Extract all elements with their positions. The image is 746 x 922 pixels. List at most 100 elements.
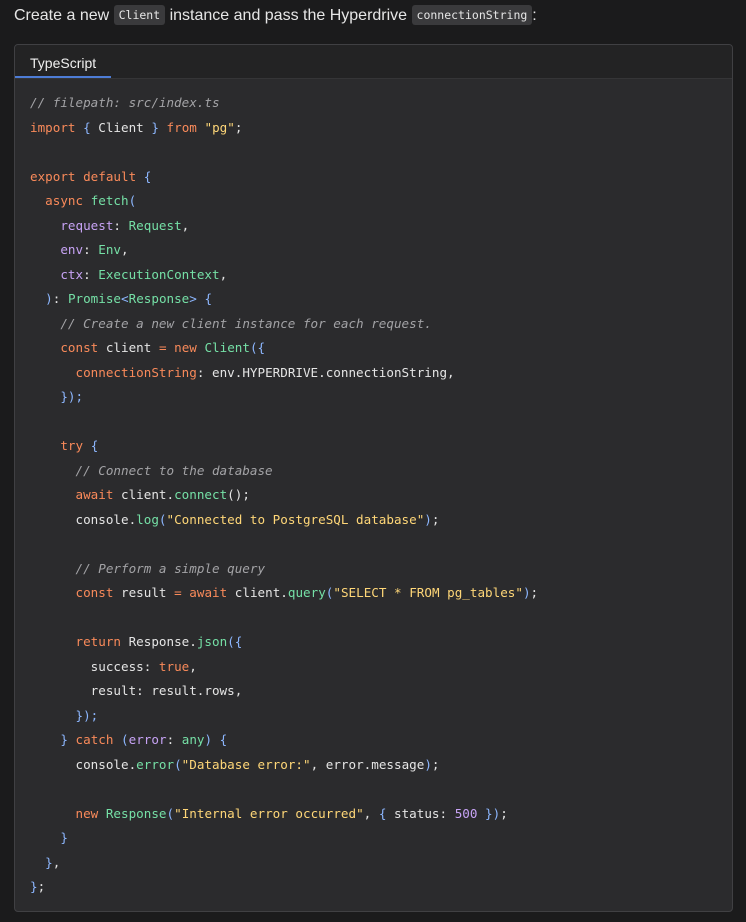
code-token: const (75, 585, 114, 600)
code-token: fetch (90, 193, 129, 208)
code-token: connect (174, 487, 228, 502)
code-token: } (151, 119, 159, 135)
code-token: { (219, 732, 228, 747)
code-line: result: result.rows, (30, 679, 538, 704)
code-token: log (136, 511, 159, 527)
code-token: "Internal error occurred" (174, 805, 364, 821)
code-token: : (166, 732, 182, 747)
code-token: , (219, 266, 228, 282)
code-line: export default { (30, 165, 538, 190)
code-token: { (204, 291, 213, 306)
code-line: ): Promise<Response> { (30, 287, 538, 312)
code-token: ) (522, 585, 531, 600)
code-token: Response (105, 805, 167, 821)
intro-text: Create a new Client instance and pass th… (14, 4, 537, 28)
code-token: ) (424, 511, 432, 527)
code-token: "Connected to PostgreSQL database" (166, 511, 425, 527)
code-token: ; (530, 585, 539, 600)
code-token: Response (128, 291, 190, 306)
code-line: await client.connect(); (30, 483, 538, 508)
code-token: query (287, 585, 326, 600)
code-token: Response. (121, 634, 197, 649)
intro-suffix: : (532, 7, 537, 24)
code-token: "SELECT * FROM pg_tables" (333, 585, 523, 600)
code-token: error (128, 732, 167, 747)
code-token: , (363, 805, 379, 821)
code-token: import (30, 119, 76, 135)
code-line: success: true, (30, 655, 538, 680)
code-line: // Connect to the database (30, 459, 538, 484)
code-token: : (52, 291, 68, 306)
code-token: { (143, 168, 152, 184)
code-token: }); (60, 389, 84, 404)
code-token: } (60, 830, 68, 845)
code-token: ( (121, 732, 129, 747)
code-token: ( (166, 805, 175, 821)
code-token: return (75, 634, 122, 649)
code-token: json (196, 634, 228, 649)
code-token: new (75, 805, 99, 821)
code-token: Env (98, 242, 122, 257)
code-token: 500 (454, 805, 478, 821)
code-token: ({ (249, 340, 266, 355)
code-token: ({ (227, 634, 243, 649)
code-token: = (158, 340, 167, 355)
code-token: ) (204, 732, 213, 747)
code-line: try { (30, 434, 538, 459)
code-token: console. (30, 511, 137, 527)
code-token: Client (204, 340, 250, 355)
code-token: any (181, 732, 205, 747)
code-line: ctx: ExecutionContext, (30, 263, 538, 288)
code-token: try (60, 438, 84, 453)
code-line: // filepath: src/index.ts (30, 91, 538, 116)
code-token: ; (234, 119, 243, 135)
code-token: ( (174, 756, 182, 772)
code-token: ; (500, 805, 508, 821)
code-token: ( (158, 511, 167, 527)
code-token: client. (113, 487, 175, 502)
code-token: (); (227, 487, 250, 502)
code-token: ctx (60, 266, 84, 282)
code-token: { (83, 119, 91, 135)
code-token: } (485, 805, 493, 821)
code-token: "Database error:" (181, 756, 311, 772)
inline-code-connection-string: connectionString (411, 5, 533, 25)
code-line: const result = await client.query("SELEC… (30, 581, 539, 606)
code-block: TypeScript // filepath: src/index.ts impo… (14, 44, 733, 912)
code-token: env (60, 242, 84, 257)
code-token: "pg" (204, 119, 235, 135)
code-token: , error.message (310, 756, 425, 772)
code-token: ) (424, 756, 432, 772)
code-token: catch (75, 732, 114, 747)
code-line: }, (30, 851, 538, 876)
code-token: client. (227, 585, 288, 600)
code-token: : (83, 266, 99, 282)
code-line: console.error("Database error:", error.m… (30, 753, 538, 778)
code-token: { (90, 438, 99, 453)
code-token: } (60, 732, 68, 747)
code-token: console. (30, 756, 137, 772)
code-token: : (113, 217, 129, 233)
tab-typescript[interactable]: TypeScript (15, 45, 112, 78)
code-token: // Create a new client instance for each… (60, 315, 432, 331)
code-token: const (60, 340, 99, 355)
code-token: ; (37, 879, 46, 894)
code-line: }); (30, 385, 538, 410)
